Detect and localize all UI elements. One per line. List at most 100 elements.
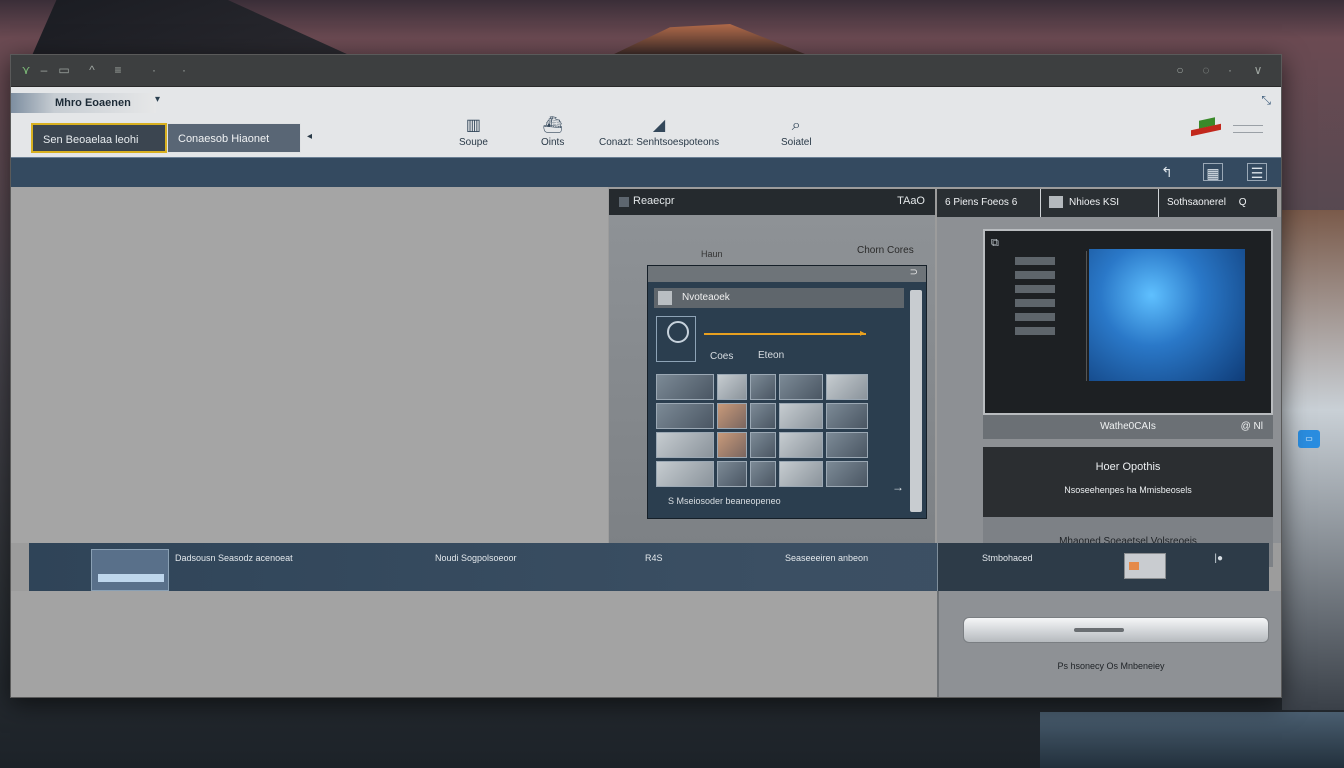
tool-connect[interactable]: ◢ Conazt: Senhtsoespoteons bbox=[599, 115, 719, 148]
wallpaper-mountain bbox=[30, 0, 360, 60]
thumbnail[interactable] bbox=[826, 461, 868, 487]
card-caption-secondary: Eteon bbox=[758, 350, 785, 361]
right-tab-1-label: 6 Piens Foeos 6 bbox=[945, 197, 1018, 208]
dot-icon[interactable]: · bbox=[177, 63, 191, 77]
ship-icon: ⛴ bbox=[542, 117, 563, 134]
thumbnail[interactable] bbox=[656, 432, 714, 458]
canvas-area[interactable] bbox=[11, 187, 608, 543]
info-title: Hoer Opothis bbox=[1095, 461, 1161, 473]
tab-secondary-label: Conaesob Hiaonet bbox=[178, 133, 270, 145]
document-icon[interactable]: ☰ bbox=[1247, 163, 1267, 181]
center-header-title: Reaecpr bbox=[619, 195, 675, 207]
window-icon[interactable]: ▭ bbox=[57, 63, 71, 77]
center-fold-right-label: Chorn Cores bbox=[857, 245, 914, 256]
timeline-strip: Dadsousn Seasodz acenoeat Noudi Sogpolso… bbox=[29, 543, 1269, 591]
right-tab-2-label: Nhioes KSI bbox=[1069, 197, 1120, 208]
minimize-icon[interactable]: – bbox=[37, 63, 51, 77]
wallpaper-lake bbox=[1040, 712, 1344, 768]
thumbnail[interactable] bbox=[779, 432, 823, 458]
tool-search[interactable]: ⌕ Soiatel bbox=[781, 115, 812, 148]
thumbnail[interactable] bbox=[656, 374, 714, 400]
thumbnail[interactable] bbox=[750, 374, 776, 400]
caret-icon[interactable]: ^ bbox=[85, 63, 99, 77]
menu-lines-icon[interactable] bbox=[1233, 125, 1263, 133]
preview-window[interactable]: ⧉ bbox=[983, 229, 1273, 415]
scrollbar[interactable] bbox=[910, 290, 922, 512]
slider-handle-icon[interactable]: |● bbox=[1214, 553, 1223, 564]
next-arrow-icon[interactable]: → bbox=[892, 480, 904, 494]
app-window: ⋎ – ▭ ^ ≡ · · ○ ◌ · ∨ Mhro Eoaenen ▾ Sen… bbox=[10, 54, 1282, 698]
thumbnail[interactable] bbox=[779, 403, 823, 429]
strip-item-3[interactable]: R4S bbox=[645, 553, 663, 563]
tab-more-arrow-icon[interactable]: ◂ bbox=[307, 131, 312, 142]
card-caption: Coes bbox=[710, 351, 734, 362]
thumbnail[interactable] bbox=[717, 461, 747, 487]
thumbnail[interactable] bbox=[750, 432, 776, 458]
tab-primary[interactable]: Sen Beoaelaa leohi bbox=[31, 123, 167, 153]
arrow-right-icon: ▸ bbox=[860, 328, 866, 339]
thumbnail[interactable] bbox=[826, 432, 868, 458]
app-title: Mhro Eoaenen bbox=[11, 93, 156, 113]
expand-icon[interactable]: ⤡ bbox=[1261, 93, 1271, 108]
strip-item-1[interactable]: Dadsousn Seasodz acenoeat bbox=[175, 553, 293, 563]
thumbnail[interactable] bbox=[750, 461, 776, 487]
lower-right-panel: Ps hsonecy Os Mnbeneiey bbox=[937, 591, 1281, 697]
tool-points-label: Oints bbox=[541, 137, 565, 148]
strip-right-section: Stmbohaced |● bbox=[937, 543, 1269, 591]
menu-icon[interactable]: ≡ bbox=[111, 63, 125, 77]
tool-layout[interactable]: ▥ Soupe bbox=[459, 115, 488, 148]
progress-line bbox=[704, 333, 866, 335]
restore-icon[interactable]: ◌ bbox=[1199, 63, 1213, 77]
thumbnail[interactable] bbox=[826, 403, 868, 429]
media-browser-card: ⊃ Nvoteaoek ▸ Coes Eteon → S Mseiosoder … bbox=[647, 265, 927, 519]
preview-caption-text: Wathe0CAIs bbox=[1100, 421, 1156, 432]
thumbnail[interactable] bbox=[717, 403, 747, 429]
right-tab-1[interactable]: 6 Piens Foeos 6 bbox=[937, 189, 1041, 217]
strip-thumbnail[interactable] bbox=[91, 549, 169, 591]
thumbnail[interactable] bbox=[717, 432, 747, 458]
grid-icon[interactable]: ▦ bbox=[1203, 163, 1223, 181]
right-tab-2[interactable]: Nhioes KSI bbox=[1041, 189, 1159, 217]
tab-secondary[interactable]: Conaesob Hiaonet bbox=[167, 123, 301, 153]
dot-icon[interactable]: · bbox=[147, 63, 161, 77]
thumbnail[interactable] bbox=[656, 461, 714, 487]
info-box: Hoer Opothis Nsoseehenpes ha Mmisbeosels bbox=[983, 447, 1273, 517]
back-arrow-icon[interactable]: ↰ bbox=[1161, 163, 1173, 181]
bookmark-icon[interactable]: ▾ bbox=[155, 94, 160, 105]
strip-item-5[interactable]: Stmbohaced bbox=[982, 553, 1033, 563]
record-icon[interactable] bbox=[656, 316, 696, 362]
lower-canvas bbox=[11, 591, 937, 697]
strip-item-2[interactable]: Noudi Sogpolsoeoor bbox=[435, 553, 517, 563]
layout-icon: ▥ bbox=[465, 117, 482, 134]
app-logo-icon: ⋎ bbox=[21, 63, 31, 77]
center-header-status: TAaO bbox=[897, 195, 925, 207]
preview-caption-right[interactable]: @ Nl bbox=[1241, 415, 1263, 439]
card-footer: S Mseiosoder beaneopeneo bbox=[668, 496, 781, 506]
brand-logo bbox=[1191, 117, 1221, 141]
mini-thumbnail[interactable] bbox=[1124, 553, 1166, 579]
thumbnail[interactable] bbox=[717, 374, 747, 400]
help-icon[interactable]: · bbox=[1223, 63, 1237, 77]
tool-connect-label: Conazt: Senhtsoespoteons bbox=[599, 137, 720, 148]
progress-pill[interactable] bbox=[963, 617, 1269, 643]
thumbnail[interactable] bbox=[779, 374, 823, 400]
thumbnail[interactable] bbox=[656, 403, 714, 429]
chevron-down-icon[interactable]: ∨ bbox=[1251, 63, 1265, 77]
preview-caption: Wathe0CAIs @ Nl bbox=[983, 415, 1273, 439]
thumbnail-grid bbox=[656, 374, 868, 488]
close-icon[interactable]: ⊃ bbox=[910, 267, 918, 278]
nav-bar: ↰ ▦ ☰ bbox=[11, 157, 1281, 187]
strip-item-4[interactable]: Seaseeeiren anbeon bbox=[785, 553, 868, 563]
right-tab-3-suffix: Q bbox=[1238, 197, 1247, 208]
wallpaper-peak bbox=[610, 24, 810, 56]
thumbnail[interactable] bbox=[826, 374, 868, 400]
pin-icon[interactable]: ○ bbox=[1173, 63, 1187, 77]
thumbnail-icon bbox=[1049, 196, 1063, 209]
thumbnail[interactable] bbox=[779, 461, 823, 487]
preview-sidebar bbox=[1009, 251, 1087, 381]
search-icon: ⌕ bbox=[791, 117, 801, 134]
right-tab-3[interactable]: Sothsaonerel Q bbox=[1159, 189, 1277, 217]
thumbnail[interactable] bbox=[750, 403, 776, 429]
desktop-app-icon[interactable]: ▭ bbox=[1298, 430, 1320, 448]
tool-points[interactable]: ⛴ Oints bbox=[541, 115, 564, 148]
